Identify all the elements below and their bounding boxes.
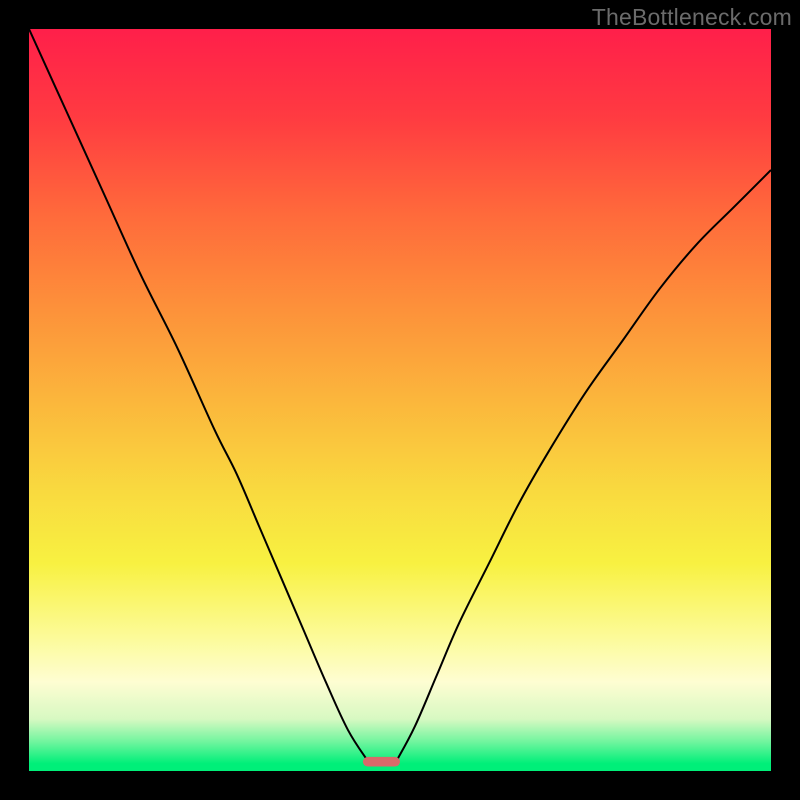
curve-right [396, 170, 771, 761]
curve-left [29, 29, 368, 761]
chart-svg [29, 29, 771, 771]
outer-frame: TheBottleneck.com [0, 0, 800, 800]
plot-area [29, 29, 771, 771]
minimum-marker [363, 757, 400, 767]
watermark-text: TheBottleneck.com [592, 4, 792, 31]
